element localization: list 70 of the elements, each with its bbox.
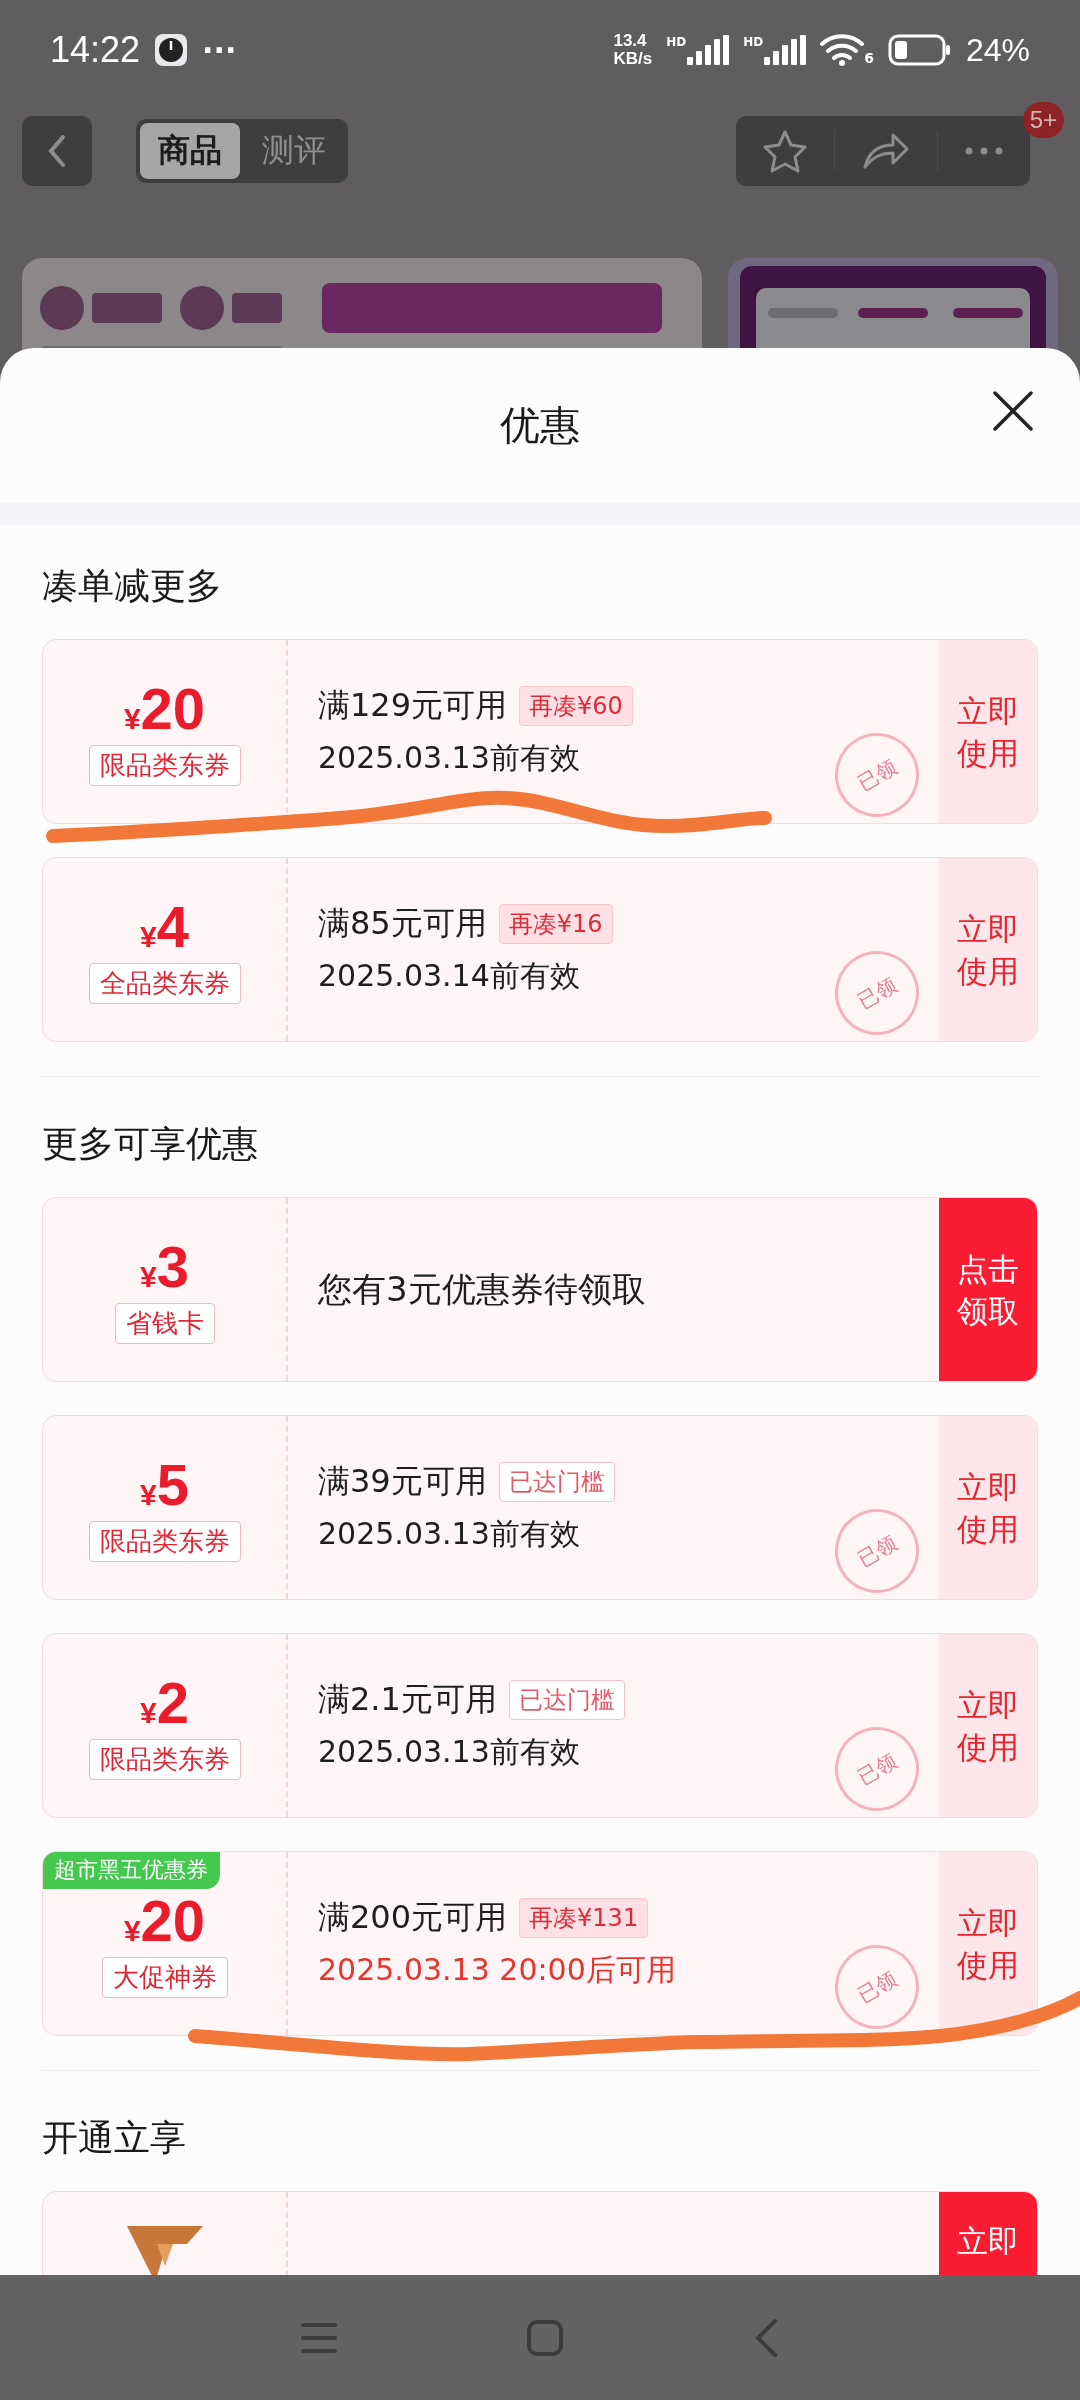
use-coupon-button[interactable]: 立即使用 (939, 640, 1037, 823)
use-coupon-button[interactable]: 立即 (939, 2192, 1037, 2275)
coupon-hint-tag: 再凑¥60 (519, 686, 633, 726)
tab[interactable]: 商品 (140, 123, 240, 179)
coupon-message: 您有3元优惠券待领取 (318, 1267, 646, 1311)
currency-symbol: ¥ (123, 702, 141, 736)
use-coupon-button[interactable]: 立即使用 (939, 858, 1037, 1041)
menu-icon[interactable] (301, 2321, 337, 2354)
back-button[interactable] (22, 116, 92, 186)
coupon-amount: 20 (140, 677, 206, 741)
coupon-amount: 4 (156, 895, 189, 959)
coupon-type-tag: 限品类东券 (88, 745, 241, 786)
section-title: 更多可享优惠 (42, 1122, 259, 1166)
share-icon[interactable] (861, 131, 911, 171)
more-icon[interactable] (964, 146, 1004, 156)
coupon-hint-tag: 再凑¥131 (519, 1898, 649, 1938)
coupon-hint-tag: 已达门槛 (508, 1680, 625, 1720)
more-notifications: ··· (202, 32, 237, 68)
coupon-amount: 20 (140, 1889, 206, 1953)
coupon-amount: 3 (156, 1235, 189, 1299)
coupon-validity: 2025.03.13 20:00后可用 (318, 1951, 676, 1989)
section-title: 开通立享 (42, 2116, 187, 2160)
coupon-hint-tag: 再凑¥16 (498, 904, 613, 944)
coupon-validity: 2025.03.13前有效 (318, 739, 580, 777)
coupon-type-tag: 省钱卡 (114, 1303, 215, 1344)
use-coupon-button[interactable]: 立即使用 (939, 1852, 1037, 2035)
use-coupon-button[interactable]: 立即使用 (939, 1416, 1037, 1599)
coupon-condition: 满39元可用 (318, 1461, 487, 1502)
coupon-condition: 满2.1元可用 (318, 1679, 497, 1720)
network-type: HD (666, 35, 687, 49)
battery-icon (887, 34, 952, 66)
coupon-condition: 满85元可用 (318, 903, 487, 944)
coupon-hint-tag: 已达门槛 (498, 1462, 615, 1502)
coupon-validity: 2025.03.14前有效 (318, 957, 580, 995)
close-icon[interactable] (992, 390, 1034, 432)
currency-symbol: ¥ (123, 1914, 141, 1948)
coupon-condition: 满129元可用 (318, 685, 508, 726)
currency-symbol: ¥ (140, 1696, 157, 1730)
tab[interactable]: 测评 (244, 123, 344, 179)
currency-symbol: ¥ (140, 1260, 157, 1294)
sheet-title: 优惠 (500, 401, 580, 450)
square-icon[interactable] (527, 2319, 563, 2356)
coupon-validity: 2025.03.13前有效 (318, 1733, 580, 1771)
coupon-type-tag: 限品类东券 (88, 1521, 241, 1562)
back-icon[interactable] (753, 2317, 779, 2358)
use-coupon-button[interactable]: 立即使用 (939, 1634, 1037, 1817)
wifi-icon (820, 34, 865, 66)
status-time: 14:22 (50, 29, 141, 71)
wifi-label: 6 (864, 50, 874, 66)
signal-icon (687, 35, 730, 65)
coupon-type-tag: 大促神券 (101, 1957, 228, 1998)
currency-symbol: ¥ (140, 1478, 157, 1512)
battery-percent: 24% (965, 31, 1030, 69)
v-logo-icon (126, 2226, 203, 2275)
star-icon[interactable] (762, 129, 808, 173)
network-type: HD (743, 35, 764, 49)
use-coupon-button[interactable]: 点击领取 (939, 1198, 1037, 1381)
coupon-validity: 2025.03.13前有效 (318, 1515, 580, 1553)
notification-badge: 5+ (1022, 102, 1064, 138)
signal-icon (764, 35, 807, 65)
clock-icon (154, 33, 189, 67)
section-title: 凑单减更多 (42, 564, 223, 608)
network-speed: 13.4 KB/s (613, 32, 653, 68)
coupon-amount: 2 (156, 1671, 189, 1735)
coupon-type-tag: 全品类东券 (88, 963, 241, 1004)
coupon-amount: 5 (156, 1453, 189, 1517)
promo-ribbon: 超市黑五优惠券 (43, 1852, 220, 1889)
currency-symbol: ¥ (140, 920, 157, 954)
coupon-type-tag: 限品类东券 (88, 1739, 241, 1780)
coupon-condition: 满200元可用 (318, 1897, 508, 1938)
